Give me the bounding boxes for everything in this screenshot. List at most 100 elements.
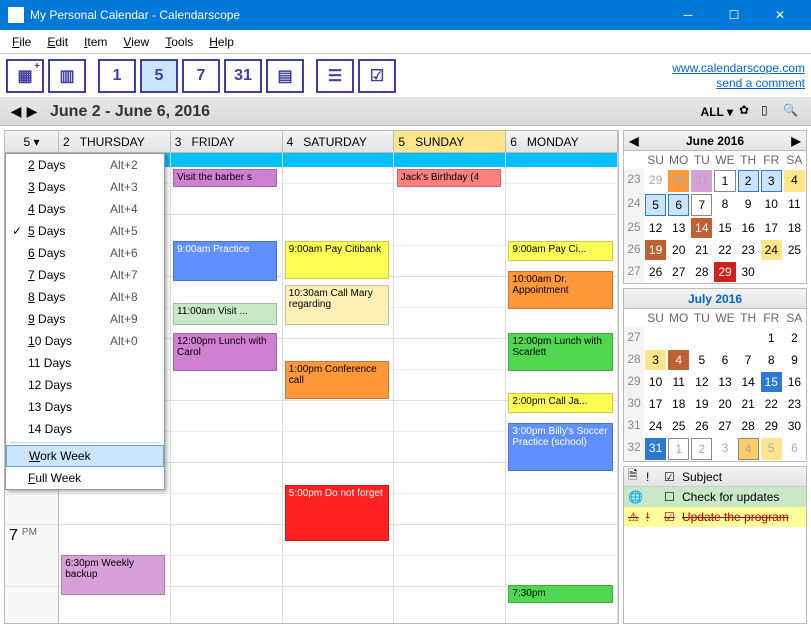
event-dr-appointment[interactable]: 10:00am Dr. Appointment — [508, 271, 612, 309]
calendar-day[interactable]: 16 — [738, 218, 759, 238]
calendar-day[interactable]: 14 — [738, 372, 759, 392]
calendar-day[interactable]: 3 — [761, 170, 782, 192]
event-jack-birthday[interactable]: Jack's Birthday (4 — [397, 169, 501, 187]
calendar-day[interactable]: 24 — [645, 416, 666, 436]
days-option[interactable]: 14 Days — [6, 418, 164, 440]
gear-icon[interactable]: ✿ — [739, 103, 757, 121]
event-lunch-scarlett[interactable]: 12:00pm Lunch with Scarlett — [508, 333, 612, 371]
calendar-day[interactable]: 3 — [645, 350, 666, 370]
prev-month-button[interactable]: ◀ — [626, 133, 642, 149]
calendar-day[interactable]: 8 — [714, 194, 735, 216]
calendar-day[interactable]: 17 — [761, 218, 782, 238]
col-saturday[interactable]: 4SATURDAY — [283, 131, 395, 152]
new-event-button[interactable]: +▦ — [6, 59, 44, 93]
view-31-button[interactable]: 31 — [224, 59, 262, 93]
view-7-button[interactable]: 7 — [182, 59, 220, 93]
next-month-button[interactable]: ▶ — [788, 133, 804, 149]
calendar-day[interactable]: 5 — [691, 350, 712, 370]
col-friday[interactable]: 3FRIDAY — [171, 131, 283, 152]
calendar-day[interactable]: 23 — [784, 394, 805, 414]
calendar-day[interactable]: 2 — [738, 170, 759, 192]
task-row[interactable]: 🌐 ☐ Check for updates — [624, 487, 806, 507]
calendar-day[interactable]: 27 — [668, 262, 689, 282]
calendar-day[interactable]: 4 — [668, 350, 689, 370]
calendar-day[interactable]: 19 — [645, 240, 666, 260]
days-option[interactable]: 13 Days — [6, 396, 164, 418]
event-call-ja[interactable]: 2:00pm Call Ja... — [508, 393, 612, 413]
days-option[interactable]: 6 DaysAlt+6 — [6, 242, 164, 264]
close-button[interactable]: ✕ — [757, 0, 803, 30]
calendar-day[interactable]: 6 — [668, 194, 689, 216]
day-view-button[interactable]: ▥ — [48, 59, 86, 93]
days-option[interactable]: ✓5 DaysAlt+5 — [6, 220, 164, 242]
calendar-day[interactable]: 8 — [761, 350, 782, 370]
filter-all[interactable]: ALL ▾ — [701, 105, 733, 119]
calendar-day[interactable]: 30 — [668, 170, 689, 192]
list-view-button[interactable]: ☰ — [316, 59, 354, 93]
calendar-day[interactable]: 25 — [784, 240, 805, 260]
calendar-day[interactable]: 4 — [738, 438, 759, 460]
calendar-day[interactable]: 15 — [714, 218, 735, 238]
link-website[interactable]: www.calendarscope.com — [672, 61, 805, 75]
next-range-button[interactable]: ▶ — [24, 104, 40, 120]
view-5-button[interactable]: 5 — [140, 59, 178, 93]
days-option[interactable]: 7 DaysAlt+7 — [6, 264, 164, 286]
calendar-day[interactable]: 25 — [668, 416, 689, 436]
calendar-day[interactable]: 6 — [714, 350, 735, 370]
calendar-day[interactable]: 21 — [691, 240, 712, 260]
calendar-day[interactable]: 20 — [714, 394, 735, 414]
calendar-day[interactable]: 12 — [645, 218, 666, 238]
calendar-day[interactable]: 22 — [761, 394, 782, 414]
search-icon[interactable]: 🔍 — [783, 103, 801, 121]
calendar-day[interactable]: 18 — [784, 218, 805, 238]
prev-range-button[interactable]: ◀ — [8, 104, 24, 120]
calendar-day[interactable] — [738, 328, 759, 348]
event-soccer[interactable]: 3:00pm Billy's Soccer Practice (school) — [508, 423, 612, 471]
calendar-day[interactable]: 11 — [668, 372, 689, 392]
days-option[interactable]: 11 Days — [6, 352, 164, 374]
view-1-button[interactable]: 1 — [98, 59, 136, 93]
full-week-option[interactable]: Full Week — [6, 467, 164, 489]
calendar-day[interactable]: 4 — [784, 170, 805, 192]
calendar-day[interactable]: 2 — [691, 438, 712, 460]
calendar-day[interactable] — [645, 328, 666, 348]
event-do-not-forget[interactable]: 5:00pm Do not forget — [285, 485, 389, 541]
menu-help[interactable]: Help — [201, 32, 242, 52]
task-row[interactable]: ⚠ ! ☑ Update the program — [624, 507, 806, 527]
calendar-day[interactable]: 27 — [714, 416, 735, 436]
event-pay-citi[interactable]: 9:00am Pay Citibank — [285, 241, 389, 279]
calendar-day[interactable]: 20 — [668, 240, 689, 260]
calendar-day[interactable]: 7 — [691, 194, 712, 216]
event-visit-11[interactable]: 11:00am Visit ... — [173, 303, 277, 325]
calendar-day[interactable]: 18 — [668, 394, 689, 414]
calendar-day[interactable] — [761, 262, 782, 282]
menu-view[interactable]: View — [115, 32, 157, 52]
calendar-day[interactable]: 3 — [714, 438, 735, 460]
calendar-day[interactable]: 22 — [714, 240, 735, 260]
calendar-day[interactable]: 15 — [761, 372, 782, 392]
event-call-mary[interactable]: 10:30am Call Mary regarding — [285, 285, 389, 325]
days-option[interactable]: 8 DaysAlt+8 — [6, 286, 164, 308]
days-option[interactable]: 4 DaysAlt+4 — [6, 198, 164, 220]
event-conf-call[interactable]: 1:00pm Conference call — [285, 361, 389, 399]
calendar-day[interactable]: 31 — [691, 170, 712, 192]
work-week-option[interactable]: Work Week — [6, 445, 164, 467]
calendar-day[interactable] — [784, 262, 805, 282]
calendar-day[interactable]: 6 — [784, 438, 805, 460]
menu-item[interactable]: Item — [76, 32, 115, 52]
days-dropdown[interactable]: 5 ▾ — [5, 131, 59, 152]
calendar-day[interactable] — [691, 328, 712, 348]
menu-tools[interactable]: Tools — [157, 32, 201, 52]
calendar-day[interactable]: 31 — [645, 438, 666, 460]
event-lunch-carol[interactable]: 12:00pm Lunch with Carol — [173, 333, 277, 371]
col-thursday[interactable]: 2THURSDAY — [59, 131, 171, 152]
calendar-day[interactable]: 28 — [738, 416, 759, 436]
calendar-day[interactable]: 10 — [761, 194, 782, 216]
event-visit-barber[interactable]: Visit the barber s — [173, 169, 277, 187]
calendar-day[interactable]: 1 — [714, 170, 735, 192]
calendar-day[interactable]: 1 — [761, 328, 782, 348]
calendar-day[interactable]: 12 — [691, 372, 712, 392]
calendar-day[interactable]: 30 — [738, 262, 759, 282]
days-option[interactable]: 9 DaysAlt+9 — [6, 308, 164, 330]
calendar-day[interactable]: 5 — [761, 438, 782, 460]
